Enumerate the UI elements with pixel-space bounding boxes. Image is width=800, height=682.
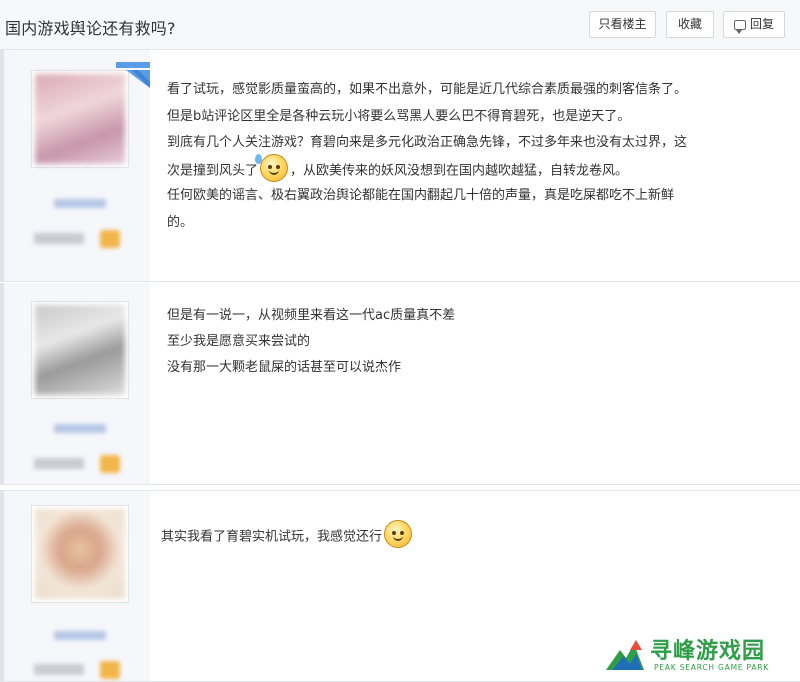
- thread-header: 国内游戏舆论还有救吗? 只看楼主 收藏 回复: [0, 0, 800, 50]
- username[interactable]: [54, 199, 106, 208]
- post-line: 次是撞到风头了 ，从欧美传来的妖风没想到在国内越吹越猛，自转龙卷风。: [167, 153, 687, 184]
- username[interactable]: [54, 424, 106, 433]
- post-line: 看了试玩，感觉影质量蛮高的，如果不出意外，可能是近几代综合素质最强的刺客信条了。: [167, 82, 688, 97]
- user-level-badge: [100, 455, 120, 473]
- post-line: 但是b站评论区里全是各种云玩小将要么骂黑人要么巴不得育碧死，也是逆天了。: [167, 108, 631, 124]
- user-level-text: [34, 458, 84, 469]
- post-line: 但是有一说一，从视频里来看这一代ac质量真不差: [167, 308, 456, 323]
- avatar[interactable]: [35, 305, 125, 395]
- post-content: 看了试玩，感觉影质量蛮高的，如果不出意外，可能是近几代综合素质最强的刺客信条了。…: [167, 77, 687, 236]
- post-content: 其实我看了育碧实机试玩，我感觉还行: [161, 520, 414, 550]
- reply-button[interactable]: 回复: [723, 11, 785, 38]
- post-2: 但是有一说一，从视频里来看这一代ac质量真不差 至少我是愿意买来尝试的 没有那一…: [0, 283, 800, 485]
- avatar[interactable]: [35, 509, 125, 599]
- thread-title: 国内游戏舆论还有救吗?: [5, 19, 176, 38]
- post-line: 到底有几个人关注游戏？育碧向来是多元化政治正确急先锋，不过多年来也没有太过界，这: [167, 135, 688, 150]
- post-line: 其实我看了育碧实机试玩，我感觉还行: [161, 520, 414, 550]
- mountain-logo-icon: [606, 640, 644, 670]
- username[interactable]: [54, 631, 106, 640]
- post-content: 但是有一说一，从视频里来看这一代ac质量真不差 至少我是愿意买来尝试的 没有那一…: [167, 303, 455, 381]
- smile-emoji-icon: [384, 520, 413, 548]
- post-1: 看了试玩，感觉影质量蛮高的，如果不出意外，可能是近几代综合素质最强的刺客信条了。…: [0, 50, 800, 282]
- post-line: 的。: [167, 214, 194, 230]
- reply-icon: [733, 19, 746, 34]
- post-line-part: 其实我看了育碧实机试玩，我感觉还行: [161, 529, 383, 545]
- post-line-part: 次是撞到风头了: [167, 163, 259, 178]
- post-line: 至少我是愿意买来尝试的: [167, 334, 311, 349]
- user-level-text: [34, 664, 84, 675]
- corner-badge-icon: [116, 62, 150, 88]
- reply-button-label: 回复: [749, 17, 774, 31]
- watermark-subtitle: PEAK SEARCH GAME PARK: [654, 663, 770, 672]
- only-op-button[interactable]: 只看楼主: [589, 11, 656, 38]
- watermark: 寻峰游戏园 PEAK SEARCH GAME PARK: [606, 632, 796, 678]
- user-panel: [0, 283, 150, 484]
- user-level-badge: [100, 661, 120, 679]
- user-panel: [0, 491, 150, 681]
- user-level-badge: [100, 230, 120, 248]
- post-line: 任何欧美的谣言、极右翼政治舆论都能在国内翻起几十倍的声量，真是吃屎都吃不上新鲜: [167, 188, 675, 203]
- post-line: 没有那一大颗老鼠屎的话甚至可以说杰作: [167, 360, 402, 375]
- post-line-part: ，从欧美传来的妖风没想到在国内越吹越猛，自转龙卷风。: [290, 163, 629, 178]
- sweat-smile-emoji-icon: [255, 153, 289, 182]
- favorite-button[interactable]: 收藏: [666, 11, 714, 38]
- user-level-text: [34, 233, 84, 244]
- watermark-title: 寻峰游戏园: [650, 639, 766, 664]
